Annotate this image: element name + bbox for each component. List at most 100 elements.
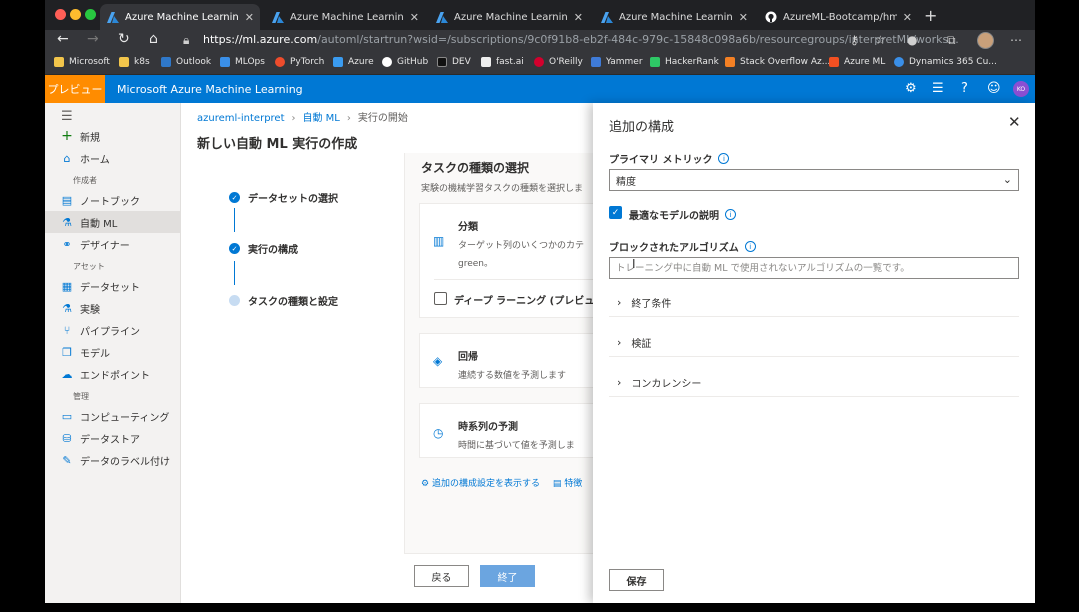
back-button[interactable]: 戻る xyxy=(414,565,469,587)
nav-item-experiments[interactable]: ⚗ 実験 xyxy=(45,297,181,319)
bookmark-github[interactable]: GitHub xyxy=(382,57,428,67)
task-card-classification[interactable]: ▥ 分類 ターゲット列のいくつかのカテ green。 ディープ ラーニング (プ… xyxy=(419,203,594,318)
bookmark-azure[interactable]: Azure xyxy=(333,57,374,67)
info-icon[interactable]: i xyxy=(744,241,756,252)
info-icon[interactable]: i xyxy=(725,209,736,220)
explain-best-model-checkbox[interactable]: ✓ xyxy=(609,206,622,219)
accordion-label: 検証 xyxy=(631,339,652,350)
yammer-icon xyxy=(591,57,601,67)
browser-tab-1[interactable]: Azure Machine Learning studio ✕ xyxy=(100,4,260,30)
nav-item-models[interactable]: ❐ モデル xyxy=(45,341,181,363)
key-icon[interactable]: ⚷ xyxy=(850,33,859,47)
feedback-smiley-icon[interactable]: ☺ xyxy=(987,81,1001,96)
nav-item-pipelines[interactable]: ⑂ パイプライン xyxy=(45,319,181,341)
minimize-window-button[interactable] xyxy=(70,9,81,20)
labeling-edit-icon: ✎ xyxy=(62,453,72,467)
nav-item-notebook[interactable]: ▤ ノートブック xyxy=(45,189,181,211)
chevron-right-icon: › xyxy=(617,336,622,349)
forward-arrow-icon[interactable]: → xyxy=(87,31,99,47)
bookmark-fastai[interactable]: fast.ai xyxy=(481,57,524,67)
home-icon[interactable]: ⌂ xyxy=(149,31,158,47)
close-icon[interactable]: ✕ xyxy=(903,11,912,24)
preview-badge[interactable]: プレビュー xyxy=(45,75,105,103)
hamburger-menu-icon[interactable]: ☰ xyxy=(61,109,73,124)
accordion-concurrency[interactable]: › コンカレンシー xyxy=(609,369,1019,397)
nav-item-designer[interactable]: ⚭ デザイナー xyxy=(45,233,181,255)
nav-item-compute[interactable]: ▭ コンピューティング xyxy=(45,405,181,427)
blocked-algorithms-input[interactable] xyxy=(609,257,1019,279)
bookmark-stackoverflow[interactable]: Stack Overflow Az... xyxy=(725,57,830,67)
step-dataset[interactable]: ✓ データセットの選択 xyxy=(229,190,338,205)
close-icon[interactable]: ✕ xyxy=(245,11,254,24)
help-icon[interactable]: ? xyxy=(961,81,968,96)
nav-label: モデル xyxy=(80,348,110,360)
zoom-window-button[interactable] xyxy=(85,9,96,20)
classification-description-2: green。 xyxy=(458,259,493,269)
step-connector xyxy=(234,208,235,232)
featurization-icon: ▤ xyxy=(552,479,562,489)
nav-item-new[interactable]: + 新規 xyxy=(45,125,181,147)
breadcrumb-automl-link[interactable]: 自動 ML xyxy=(303,113,340,124)
nav-item-datasets[interactable]: ▦ データセット xyxy=(45,275,181,297)
nav-item-endpoints[interactable]: ☁ エンドポイント xyxy=(45,363,181,385)
favorite-star-icon[interactable]: ☆ xyxy=(875,33,886,47)
close-window-button[interactable] xyxy=(55,9,66,20)
nav-item-automl[interactable]: ⚗ 自動 ML xyxy=(45,211,181,233)
step-label: タスクの種類と設定 xyxy=(248,297,338,308)
back-arrow-icon[interactable]: ← xyxy=(57,31,69,47)
close-icon[interactable]: ✕ xyxy=(410,11,419,24)
primary-metric-dropdown[interactable]: 精度 ⌄ xyxy=(609,169,1019,191)
bookmark-yammer[interactable]: Yammer xyxy=(591,57,643,67)
pipeline-icon: ⑂ xyxy=(63,323,71,337)
browser-tab-3[interactable]: Azure Machine Learning studio ✕ xyxy=(429,4,589,30)
bookmark-hackerrank[interactable]: HackerRank xyxy=(650,57,719,67)
step-task-type[interactable]: タスクの種類と設定 xyxy=(229,293,338,308)
user-avatar[interactable]: KO xyxy=(1013,81,1029,97)
step-configure[interactable]: ✓ 実行の構成 xyxy=(229,241,298,256)
field-label: 最適なモデルの説明 xyxy=(629,211,719,222)
field-label: ブロックされたアルゴリズム xyxy=(609,243,739,254)
url-field[interactable]: https://ml.azure.com/automl/startrun?wsi… xyxy=(203,33,959,46)
more-options-icon[interactable]: ⋯ xyxy=(1010,33,1022,47)
settings-gear-icon[interactable]: ⚙ xyxy=(905,81,917,96)
bookmark-azureml[interactable]: Azure ML xyxy=(829,57,885,67)
close-icon[interactable]: ✕ xyxy=(739,11,748,24)
task-card-regression[interactable]: ◈ 回帰 連続する数値を予測します xyxy=(419,333,594,388)
view-additional-config-link[interactable]: 追加の構成設定を表示する xyxy=(432,479,540,489)
profile-avatar[interactable] xyxy=(977,32,994,49)
accordion-exit-criteria[interactable]: › 終了条件 xyxy=(609,289,1019,317)
chevron-right-icon: › xyxy=(617,296,622,309)
bookmark-k8s[interactable]: k8s xyxy=(119,57,150,67)
app-brand[interactable]: Microsoft Azure Machine Learning xyxy=(117,83,303,96)
bookmark-oreilly[interactable]: O'Reilly xyxy=(534,57,583,67)
nav-item-labeling[interactable]: ✎ データのラベル付け xyxy=(45,449,181,471)
github-extension-icon[interactable]: ● xyxy=(907,33,917,47)
browser-tab-5[interactable]: AzureML-Bootcamp/hmeq-cla ✕ xyxy=(758,4,918,30)
nav-item-home[interactable]: ⌂ ホーム xyxy=(45,147,181,169)
nav-item-datastores[interactable]: ⛁ データストア xyxy=(45,427,181,449)
nav-label: データセット xyxy=(80,282,140,294)
bookmark-outlook[interactable]: Outlook xyxy=(161,57,211,67)
finish-button[interactable]: 終了 xyxy=(480,565,535,587)
close-icon[interactable]: ✕ xyxy=(574,11,583,24)
deep-learning-checkbox[interactable] xyxy=(434,292,447,305)
bookmark-dynamics[interactable]: Dynamics 365 Cu... xyxy=(894,57,997,67)
featurization-settings-link[interactable]: 特徴 xyxy=(564,479,582,489)
browser-tab-2[interactable]: Azure Machine Learning studio ✕ xyxy=(265,4,425,30)
blocked-algorithms-label: ブロックされたアルゴリズム i xyxy=(609,239,756,254)
bookmark-pytorch[interactable]: PyTorch xyxy=(275,57,324,67)
save-button[interactable]: 保存 xyxy=(609,569,664,591)
browser-tab-4[interactable]: Azure Machine Learning studio ✕ xyxy=(594,4,754,30)
reload-icon[interactable]: ↻ xyxy=(118,31,130,47)
accordion-validation[interactable]: › 検証 xyxy=(609,329,1019,357)
close-icon[interactable]: ✕ xyxy=(1008,113,1021,131)
notifications-icon[interactable]: ☰ xyxy=(932,81,944,96)
bookmark-dev[interactable]: DEV xyxy=(437,57,471,67)
task-card-forecasting[interactable]: ◷ 時系列の予測 時間に基づいて値を予測しま xyxy=(419,403,594,458)
breadcrumb-workspace-link[interactable]: azureml-interpret xyxy=(197,113,285,124)
info-icon[interactable]: i xyxy=(718,153,730,164)
bookmark-microsoft[interactable]: Microsoft xyxy=(54,57,110,67)
collections-icon[interactable]: ⧉ xyxy=(947,33,956,48)
new-tab-icon[interactable]: + xyxy=(924,6,937,25)
bookmark-mlops[interactable]: MLOps xyxy=(220,57,265,67)
